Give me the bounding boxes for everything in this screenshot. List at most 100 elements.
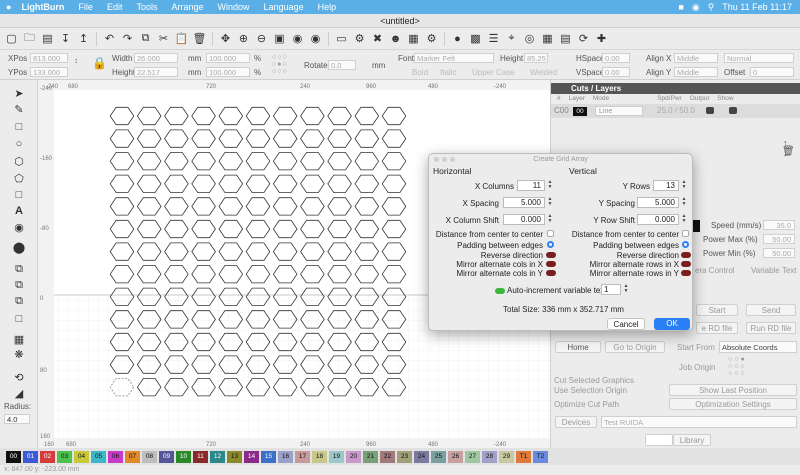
- align-icon[interactable]: ☰: [486, 31, 501, 46]
- font-select[interactable]: Marker Felt: [414, 53, 494, 63]
- radius-input[interactable]: 4.0: [4, 414, 30, 424]
- layer-swatch[interactable]: 00: [573, 107, 587, 116]
- save-rd-button[interactable]: e RD file: [696, 322, 738, 334]
- open-folder-icon[interactable]: 🗀: [22, 31, 37, 46]
- run-rd-button[interactable]: Run RD file: [746, 322, 796, 334]
- tab-camera-control[interactable]: era Control: [695, 266, 735, 275]
- menu-arrange[interactable]: Arrange: [171, 2, 203, 12]
- zoom-frame-icon[interactable]: ▣: [272, 31, 287, 46]
- palette-swatch-00[interactable]: 00: [6, 450, 21, 463]
- zoom-in-icon[interactable]: ⊕: [236, 31, 251, 46]
- gear-icon[interactable]: ⚙: [424, 31, 439, 46]
- palette-swatch-01[interactable]: 01: [23, 450, 38, 463]
- power-min-input[interactable]: 50.00: [763, 248, 795, 258]
- auto-increment-toggle[interactable]: [495, 288, 505, 294]
- menu-file[interactable]: File: [78, 2, 93, 12]
- x-columns-stepper[interactable]: ▲ ▼: [547, 180, 553, 191]
- palette-swatch-12[interactable]: 12: [210, 450, 225, 463]
- palette-swatch-21[interactable]: 21: [363, 450, 378, 463]
- show-last-position-button[interactable]: Show Last Position: [669, 384, 797, 396]
- save-icon[interactable]: ▤: [40, 31, 55, 46]
- palette-swatch-17[interactable]: 17: [295, 450, 310, 463]
- new-file-icon[interactable]: ▢: [4, 31, 19, 46]
- y-rows-stepper[interactable]: ▲ ▼: [681, 180, 687, 191]
- palette-swatch-t1[interactable]: T1: [516, 450, 531, 463]
- edit-nodes-icon[interactable]: ✎: [11, 102, 27, 116]
- optimize-cut-checkbox[interactable]: Optimize Cut Path: [554, 400, 619, 409]
- menu-language[interactable]: Language: [264, 2, 304, 12]
- upper-case-checkbox[interactable]: Upper Case: [472, 68, 515, 77]
- palette-swatch-05[interactable]: 05: [91, 450, 106, 463]
- italic-checkbox[interactable]: Italic: [440, 68, 456, 77]
- position-laser-icon[interactable]: ◉: [11, 220, 27, 234]
- zoom-fit-icon[interactable]: ◉: [290, 31, 305, 46]
- go-to-origin-button[interactable]: Go to Origin: [605, 341, 665, 353]
- tab-tool-icon[interactable]: ⬤: [11, 240, 27, 254]
- redo-icon[interactable]: ↷: [120, 31, 135, 46]
- weld-icon[interactable]: □: [11, 312, 27, 326]
- palette-swatch-t2[interactable]: T2: [533, 450, 548, 463]
- bold-checkbox[interactable]: Bold: [412, 68, 428, 77]
- align-y-select[interactable]: Middle: [674, 67, 718, 77]
- palette-swatch-25[interactable]: 25: [431, 450, 446, 463]
- devices-button[interactable]: Devices: [555, 416, 597, 428]
- palette-swatch-02[interactable]: 02: [40, 450, 55, 463]
- y-shift-input[interactable]: 0.000: [637, 214, 679, 225]
- library-tab[interactable]: Library: [673, 434, 711, 446]
- scale-width-input[interactable]: 100.000: [206, 53, 250, 63]
- app-menu[interactable]: LightBurn: [21, 2, 64, 12]
- grid-icon[interactable]: ▦: [540, 31, 555, 46]
- palette-swatch-08[interactable]: 08: [142, 450, 157, 463]
- import-icon[interactable]: ↧: [58, 31, 73, 46]
- vspace-input[interactable]: 0.00: [602, 67, 630, 77]
- palette-swatch-07[interactable]: 07: [125, 450, 140, 463]
- corner-round-icon[interactable]: ⟲: [11, 370, 27, 384]
- boolean-union-icon[interactable]: ⧉: [11, 262, 27, 276]
- boolean-intersect-icon[interactable]: ⧉: [11, 294, 27, 308]
- pin-icon[interactable]: ●: [450, 31, 465, 46]
- paste-icon[interactable]: 📋: [174, 31, 189, 46]
- height-input[interactable]: 22.517: [134, 67, 178, 77]
- crosshair-icon[interactable]: ✚: [594, 31, 609, 46]
- palette-swatch-20[interactable]: 20: [346, 450, 361, 463]
- x-spacing-stepper[interactable]: ▲ ▼: [547, 197, 553, 208]
- start-button[interactable]: Start: [696, 304, 738, 316]
- origin-grid-icon[interactable]: ○○○ ○●○ ○○○: [272, 54, 288, 75]
- scale-height-input[interactable]: 100.000: [206, 67, 250, 77]
- target-icon[interactable]: ⌖: [504, 31, 519, 46]
- circular-array-icon[interactable]: ❋: [11, 347, 27, 361]
- h-reverse-toggle[interactable]: [546, 252, 556, 258]
- users-icon[interactable]: ☻: [388, 31, 403, 46]
- x-columns-input[interactable]: 11: [517, 180, 545, 191]
- corner-chamfer-icon[interactable]: ◢: [11, 386, 27, 400]
- xpos-input[interactable]: 813.000: [30, 53, 68, 63]
- start-from-select[interactable]: Absolute Coords: [719, 341, 797, 353]
- show-toggle[interactable]: [729, 107, 737, 114]
- distribute-icon[interactable]: ▤: [558, 31, 573, 46]
- optimization-settings-button[interactable]: Optimization Settings: [669, 398, 797, 410]
- menu-help[interactable]: Help: [318, 2, 337, 12]
- menu-window[interactable]: Window: [218, 2, 250, 12]
- palette-swatch-29[interactable]: 29: [499, 450, 514, 463]
- h-mirror-y-toggle[interactable]: [546, 270, 556, 276]
- stepper-icon[interactable]: ↕: [74, 56, 78, 65]
- palette-swatch-14[interactable]: 14: [244, 450, 259, 463]
- zoom-out-icon[interactable]: ⊖: [254, 31, 269, 46]
- ypos-input[interactable]: 133.000: [30, 67, 68, 77]
- palette-swatch-15[interactable]: 15: [261, 450, 276, 463]
- v-dist-center-radio[interactable]: [682, 230, 689, 237]
- power-max-input[interactable]: 50.00: [763, 234, 795, 244]
- y-spacing-input[interactable]: 5.000: [637, 197, 679, 208]
- move-icon[interactable]: ✥: [218, 31, 233, 46]
- cut-icon[interactable]: ✂: [156, 31, 171, 46]
- rotate-array-icon[interactable]: ⟳: [576, 31, 591, 46]
- palette-swatch-23[interactable]: 23: [397, 450, 412, 463]
- v-mirror-y-toggle[interactable]: [681, 270, 691, 276]
- settings-icon[interactable]: ⚙: [352, 31, 367, 46]
- welded-checkbox[interactable]: Welded: [530, 68, 557, 77]
- text-tool-icon[interactable]: A: [11, 204, 27, 218]
- v-mirror-x-toggle[interactable]: [681, 261, 691, 267]
- offset-input[interactable]: 0: [750, 67, 794, 77]
- lock-icon[interactable]: 🔒: [92, 56, 107, 70]
- palette-swatch-11[interactable]: 11: [193, 450, 208, 463]
